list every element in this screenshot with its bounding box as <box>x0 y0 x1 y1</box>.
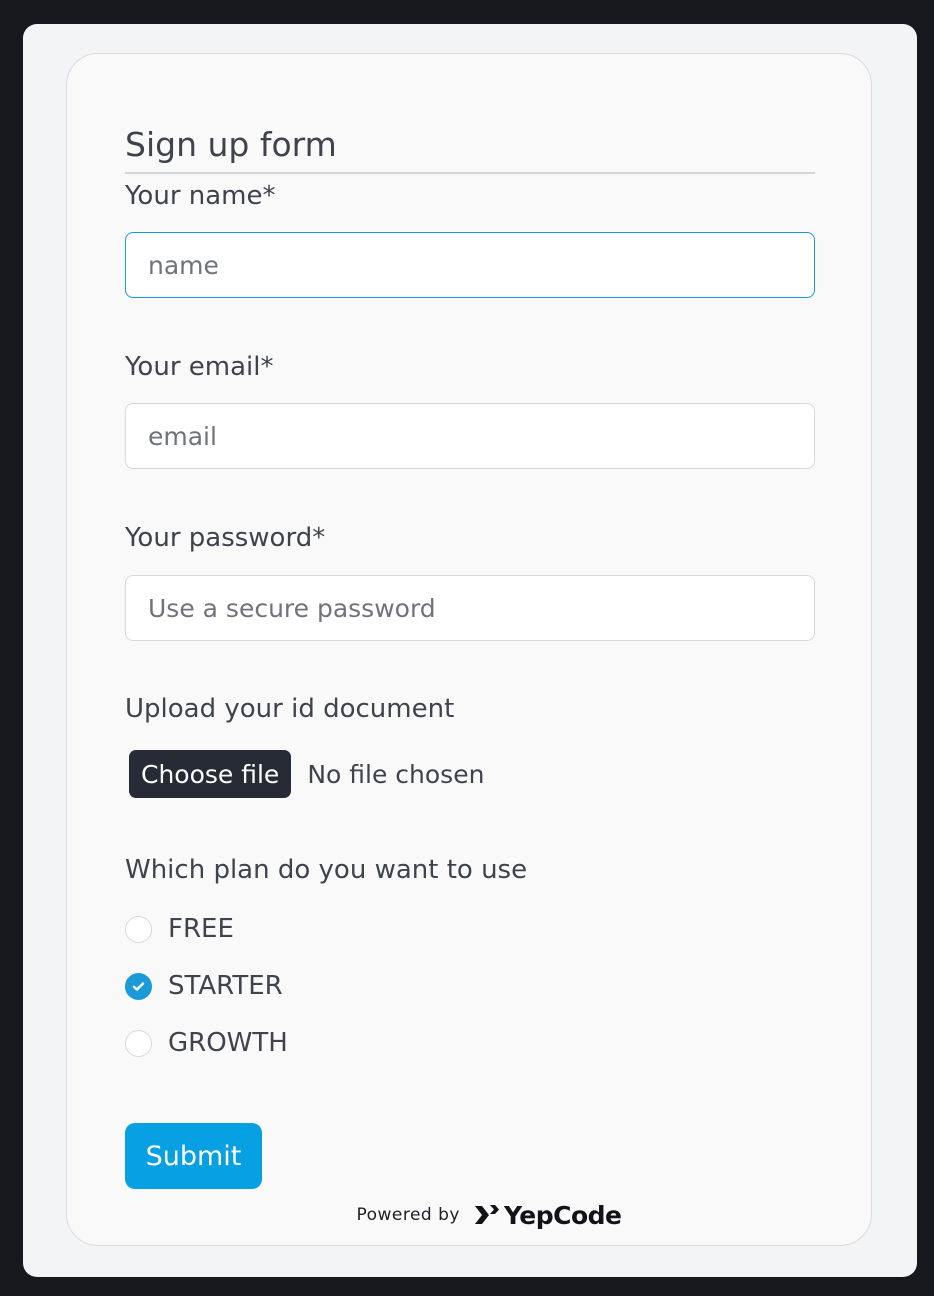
form-title: Sign up form <box>125 124 815 174</box>
signup-form-card: Sign up form Your name* Your email* Your… <box>66 53 872 1246</box>
password-input[interactable] <box>125 575 815 641</box>
outer-panel: Sign up form Your name* Your email* Your… <box>23 24 917 1277</box>
radio-free[interactable] <box>125 915 152 943</box>
radio-growth[interactable] <box>125 1029 152 1057</box>
password-label: Your password* <box>125 523 326 553</box>
powered-by-text: Powered by <box>356 1205 460 1225</box>
file-upload-control: Choose file No file chosen <box>125 750 484 798</box>
plan-option-growth[interactable]: GROWTH <box>125 1027 288 1059</box>
radio-starter[interactable] <box>125 972 152 1000</box>
name-input[interactable] <box>125 232 815 298</box>
brand-name: YepCode <box>503 1200 622 1230</box>
yepcode-logo-icon <box>474 1205 499 1224</box>
plan-option-starter[interactable]: STARTER <box>125 970 283 1002</box>
choose-file-button[interactable]: Choose file <box>129 750 292 798</box>
radio-label-growth: GROWTH <box>168 1028 288 1058</box>
submit-button[interactable]: Submit <box>125 1123 262 1189</box>
upload-label: Upload your id document <box>125 694 455 724</box>
powered-by-footer: Powered by YepCode <box>125 1200 815 1230</box>
email-input[interactable] <box>125 403 815 469</box>
check-icon <box>132 981 145 991</box>
plan-label: Which plan do you want to use <box>125 855 528 885</box>
radio-label-starter: STARTER <box>168 971 283 1001</box>
file-status: No file chosen <box>307 759 485 789</box>
plan-option-free[interactable]: FREE <box>125 913 234 945</box>
email-label: Your email* <box>125 352 274 382</box>
name-label: Your name* <box>125 181 276 211</box>
brand-link[interactable]: YepCode <box>474 1201 622 1230</box>
radio-label-free: FREE <box>168 914 234 944</box>
